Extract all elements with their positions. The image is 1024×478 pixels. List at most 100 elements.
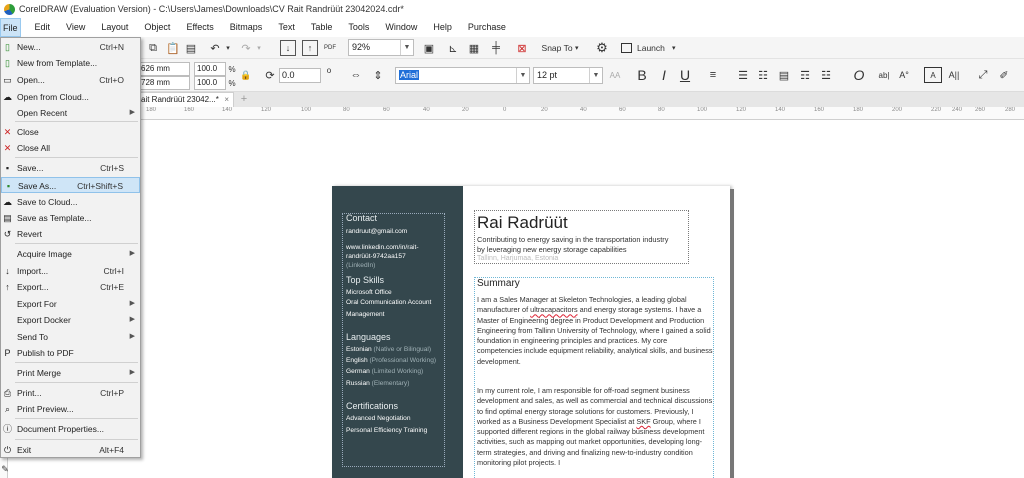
undo-dropdown-icon[interactable]: ▾ bbox=[224, 40, 232, 56]
show-grid-icon[interactable]: ▦ bbox=[466, 40, 482, 56]
menu-edit[interactable]: Edit bbox=[21, 18, 59, 37]
menu-purchase[interactable]: Purchase bbox=[460, 18, 514, 37]
menu-table[interactable]: Table bbox=[303, 18, 341, 37]
bold-button[interactable]: B bbox=[634, 66, 650, 84]
menu-bitmaps[interactable]: Bitmaps bbox=[222, 18, 271, 37]
mirror-horizontal-icon[interactable]: ⇔ bbox=[348, 67, 364, 83]
text-columns-icon[interactable]: ☶ bbox=[797, 67, 813, 83]
options-gear-icon[interactable]: ⚙ bbox=[594, 40, 610, 56]
snap-off-icon[interactable]: ⊠ bbox=[514, 40, 530, 56]
menu-file[interactable]: File bbox=[0, 18, 21, 37]
numbered-list-icon[interactable]: ☷ bbox=[755, 67, 771, 83]
mirror-vertical-icon[interactable]: ⇕ bbox=[370, 67, 386, 83]
launch-icon bbox=[621, 43, 632, 53]
text-tool-icon[interactable]: ✐ bbox=[996, 67, 1012, 83]
lock-ratio-icon[interactable]: 🔒 bbox=[240, 68, 252, 82]
file-menu-item-publish-to-pdf[interactable]: P Publish to PDF bbox=[1, 345, 140, 361]
file-menu-item-export[interactable]: ↑ Export... Ctrl+E bbox=[1, 279, 140, 295]
object-height-field[interactable]: 728 mm bbox=[138, 76, 190, 90]
convert-text-icon[interactable]: ⤢ bbox=[975, 67, 991, 83]
font-size-select[interactable]: 12 pt ▼ bbox=[533, 67, 603, 84]
close-icon[interactable]: × bbox=[224, 93, 229, 107]
file-menu-item-label: Exit bbox=[17, 445, 32, 455]
menu-help[interactable]: Help bbox=[425, 18, 460, 37]
file-menu-item-new-from-template[interactable]: ▯ New from Template... bbox=[1, 55, 140, 71]
launch-label: Launch bbox=[637, 43, 665, 53]
file-menu-item-acquire-image[interactable]: Acquire Image ▶ bbox=[1, 246, 140, 262]
italic-button[interactable]: I bbox=[656, 66, 672, 84]
menu-layout[interactable]: Layout bbox=[93, 18, 136, 37]
file-menu-item-close-all[interactable]: ✕ Close All bbox=[1, 140, 140, 156]
align-text-icon[interactable]: ≡ bbox=[705, 67, 721, 83]
underline-button[interactable]: U bbox=[677, 66, 693, 84]
file-menu-item-save-as-template[interactable]: ▤ Save as Template... bbox=[1, 210, 140, 226]
menu-tools[interactable]: Tools bbox=[340, 18, 377, 37]
file-menu-item-save-to-cloud[interactable]: ☁ Save to Cloud... bbox=[1, 194, 140, 210]
launch-button[interactable]: Launch ▾ bbox=[621, 40, 691, 56]
menu-view[interactable]: View bbox=[58, 18, 93, 37]
zoom-level-select[interactable]: 92% ▼ bbox=[348, 39, 414, 56]
file-menu-item-print-preview[interactable]: ⌕ Print Preview... bbox=[1, 401, 140, 417]
file-menu-item-open-recent[interactable]: Open Recent ▶ bbox=[1, 105, 140, 121]
file-menu-item-close[interactable]: ✕ Close bbox=[1, 124, 140, 140]
vertical-text-icon[interactable]: A|| bbox=[946, 67, 962, 83]
font-family-select[interactable]: Arial ▼ bbox=[395, 67, 530, 84]
publish-pdf-icon[interactable]: PDF bbox=[322, 40, 338, 56]
text-direction-icon[interactable]: ☳ bbox=[818, 67, 834, 83]
print-icon: ⎙ bbox=[3, 388, 12, 398]
menu-window[interactable]: Window bbox=[377, 18, 425, 37]
file-menu-item-label: Document Properties... bbox=[17, 424, 104, 434]
file-menu-item-print-merge[interactable]: Print Merge ▶ bbox=[1, 365, 140, 381]
document-tab[interactable]: ait Randrüüt 23042...* × bbox=[136, 92, 234, 107]
text-properties-icon[interactable]: A° bbox=[896, 67, 912, 83]
show-guidelines-icon[interactable]: ╪ bbox=[488, 40, 504, 56]
file-menu-item-shortcut: Ctrl+I bbox=[103, 266, 124, 276]
show-rulers-icon[interactable]: ⊾ bbox=[445, 40, 461, 56]
redo-dropdown-icon[interactable]: ▾ bbox=[255, 40, 263, 56]
file-menu-item-save-as[interactable]: ▪ Save As... Ctrl+Shift+S bbox=[1, 177, 140, 193]
file-menu-item-send-to[interactable]: Send To ▶ bbox=[1, 329, 140, 345]
file-menu-item-export-for[interactable]: Export For ▶ bbox=[1, 296, 140, 312]
rotation-angle-field[interactable]: 0.0 bbox=[279, 68, 321, 83]
edit-text-icon[interactable]: A bbox=[924, 67, 942, 83]
drop-cap-icon[interactable]: ▤ bbox=[776, 67, 792, 83]
menu-object[interactable]: Object bbox=[136, 18, 178, 37]
file-menu-item-open-from-cloud[interactable]: ☁ Open from Cloud... bbox=[1, 89, 140, 105]
menu-effects[interactable]: Effects bbox=[178, 18, 221, 37]
file-menu-item-save[interactable]: ▪ Save... Ctrl+S bbox=[1, 160, 140, 176]
file-menu-item-label: Close All bbox=[17, 143, 51, 153]
scale-width-field[interactable]: 100.0 bbox=[194, 62, 226, 76]
file-menu-item-revert[interactable]: ↺ Revert bbox=[1, 226, 140, 242]
paste-icon[interactable]: 📋 bbox=[165, 40, 181, 56]
file-menu-item-import[interactable]: ↓ Import... Ctrl+I bbox=[1, 263, 140, 279]
scale-height-field[interactable]: 100.0 bbox=[194, 76, 226, 90]
bullet-list-icon[interactable]: ☰ bbox=[735, 67, 751, 83]
file-menu-item-shortcut: Ctrl+E bbox=[100, 282, 124, 292]
full-screen-icon[interactable]: ▣ bbox=[421, 40, 437, 56]
file-menu-item-new[interactable]: ▯ New... Ctrl+N bbox=[1, 39, 140, 55]
add-tab-icon[interactable]: + bbox=[236, 93, 252, 106]
export-icon[interactable]: ↑ bbox=[302, 40, 318, 56]
import-icon[interactable]: ↓ bbox=[280, 40, 296, 56]
file-menu-item-document-properties[interactable]: ⓘ Document Properties... bbox=[1, 421, 140, 437]
clipboard-icon[interactable]: ▤ bbox=[183, 40, 199, 56]
file-menu-item-label: Print Merge bbox=[17, 368, 61, 378]
redo-icon[interactable]: ↷ bbox=[238, 40, 254, 56]
horizontal-ruler[interactable]: 180 160 140 120 100 80 60 40 20 0 20 40 … bbox=[0, 107, 1024, 120]
copy-icon[interactable]: ⧉ bbox=[145, 40, 161, 56]
toolbox-pen-icon[interactable]: ✎ bbox=[0, 462, 10, 476]
glyphs-icon[interactable]: ab| bbox=[875, 67, 893, 83]
file-menu-item-exit[interactable]: ⏻ Exit Alt+F4 bbox=[1, 442, 140, 458]
rotate-icon[interactable]: ⟳ bbox=[263, 68, 277, 82]
font-size-scale-icon[interactable]: AA bbox=[606, 67, 624, 83]
undo-icon[interactable]: ↶ bbox=[207, 40, 223, 56]
file-menu-item-export-docker[interactable]: Export Docker ▶ bbox=[1, 312, 140, 328]
export-icon: ↑ bbox=[5, 282, 10, 292]
menu-text[interactable]: Text bbox=[270, 18, 303, 37]
contact-linkedin: www.linkedin.com/in/rait- bbox=[346, 244, 419, 251]
object-width-field[interactable]: 626 mm bbox=[138, 62, 190, 76]
snap-to-button[interactable]: Snap To ▾ bbox=[538, 40, 582, 56]
file-menu-item-open[interactable]: ▭ Open... Ctrl+O bbox=[1, 72, 140, 88]
font-list-icon[interactable]: O bbox=[850, 66, 868, 84]
file-menu-item-print[interactable]: ⎙ Print... Ctrl+P bbox=[1, 385, 140, 401]
